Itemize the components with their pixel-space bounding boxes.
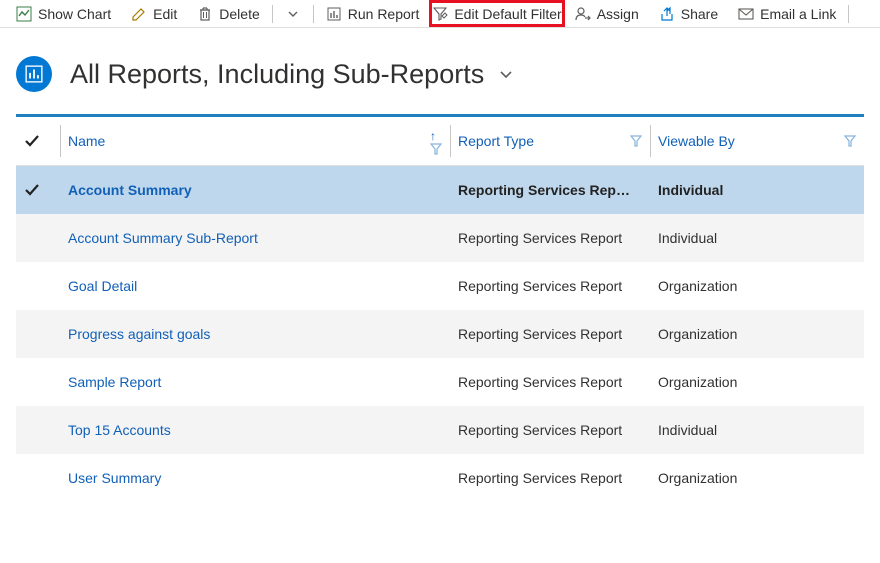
row-select-cell[interactable] xyxy=(16,310,60,358)
edit-default-filter-button[interactable]: Edit Default Filter xyxy=(429,0,564,27)
table-row[interactable]: Account Summary Reporting Services Rep…In… xyxy=(16,166,864,215)
trash-icon xyxy=(197,6,213,22)
email-a-link-button[interactable]: Email a Link xyxy=(728,0,846,27)
show-chart-button[interactable]: Show Chart xyxy=(6,0,121,27)
pencil-icon xyxy=(131,6,147,22)
record-link[interactable]: Account Summary Sub-Report xyxy=(68,230,258,246)
name-cell: Account Summary Sub-Report xyxy=(60,214,450,262)
view-title: All Reports, Including Sub-Reports xyxy=(70,59,484,90)
record-link[interactable]: Account Summary xyxy=(68,182,192,198)
edit-label: Edit xyxy=(153,6,177,22)
funnel-edit-icon xyxy=(432,6,448,22)
sort-ascending-icon: ↑ xyxy=(430,129,436,143)
delete-button[interactable]: Delete xyxy=(187,0,269,27)
delete-label: Delete xyxy=(219,6,259,22)
checkmark-icon xyxy=(24,182,40,198)
envelope-icon xyxy=(738,6,754,22)
chevron-down-icon xyxy=(285,6,301,22)
name-cell: Goal Detail xyxy=(60,262,450,310)
reports-entity-icon xyxy=(16,56,52,92)
edit-default-filter-label: Edit Default Filter xyxy=(454,6,561,22)
toolbar-separator xyxy=(848,5,849,23)
assign-button[interactable]: Assign xyxy=(565,0,649,27)
filter-icon[interactable] xyxy=(430,143,442,155)
report-type-cell: Reporting Services Report xyxy=(450,262,650,310)
table-row[interactable]: Goal Detail Reporting Services ReportOrga… xyxy=(16,262,864,310)
column-report-type-label: Report Type xyxy=(458,133,534,149)
row-select-cell[interactable] xyxy=(16,262,60,310)
record-link[interactable]: Sample Report xyxy=(68,374,161,390)
email-a-link-label: Email a Link xyxy=(760,6,836,22)
show-chart-label: Show Chart xyxy=(38,6,111,22)
column-header-name[interactable]: Name ↑ xyxy=(60,117,450,166)
column-header-row: Name ↑ Report Type xyxy=(16,117,864,166)
filter-icon[interactable] xyxy=(630,135,642,147)
report-type-cell: Reporting Services Rep… xyxy=(450,166,650,215)
report-type-cell: Reporting Services Report xyxy=(450,454,650,502)
person-arrow-icon xyxy=(575,6,591,22)
column-viewable-by-label: Viewable By xyxy=(658,133,735,149)
name-cell: Top 15 Accounts xyxy=(60,406,450,454)
viewable-by-cell: Organization xyxy=(650,262,864,310)
chevron-down-icon xyxy=(498,66,514,82)
viewable-by-cell: Individual xyxy=(650,406,864,454)
record-link[interactable]: Goal Detail xyxy=(68,278,137,294)
row-select-cell[interactable] xyxy=(16,358,60,406)
table-row[interactable]: User Summary Reporting Services ReportOrg… xyxy=(16,454,864,502)
table-row[interactable]: Account Summary Sub-Report Reporting Serv… xyxy=(16,214,864,262)
record-link[interactable]: Top 15 Accounts xyxy=(68,422,171,438)
share-icon xyxy=(659,6,675,22)
row-select-cell[interactable] xyxy=(16,166,60,215)
run-report-label: Run Report xyxy=(348,6,420,22)
filter-icon[interactable] xyxy=(844,135,856,147)
command-bar: Show Chart Edit Delete Run Report Edit D… xyxy=(0,0,880,28)
report-type-cell: Reporting Services Report xyxy=(450,358,650,406)
view-selector[interactable]: All Reports, Including Sub-Reports xyxy=(70,59,514,90)
edit-button[interactable]: Edit xyxy=(121,0,187,27)
share-label: Share xyxy=(681,6,718,22)
name-cell: Account Summary xyxy=(60,166,450,215)
reports-grid: Name ↑ Report Type xyxy=(16,114,864,502)
report-type-cell: Reporting Services Report xyxy=(450,214,650,262)
row-select-cell[interactable] xyxy=(16,214,60,262)
column-name-label: Name xyxy=(68,133,105,149)
report-type-cell: Reporting Services Report xyxy=(450,406,650,454)
chart-icon xyxy=(16,6,32,22)
column-header-viewable-by[interactable]: Viewable By xyxy=(650,117,864,166)
name-cell: User Summary xyxy=(60,454,450,502)
table-row[interactable]: Sample Report Reporting Services ReportOr… xyxy=(16,358,864,406)
select-all-column[interactable] xyxy=(16,117,60,166)
table-row[interactable]: Top 15 Accounts Reporting Services Report… xyxy=(16,406,864,454)
row-select-cell[interactable] xyxy=(16,406,60,454)
report-icon xyxy=(326,6,342,22)
viewable-by-cell: Organization xyxy=(650,454,864,502)
viewable-by-cell: Individual xyxy=(650,166,864,215)
name-cell: Sample Report xyxy=(60,358,450,406)
name-cell: Progress against goals xyxy=(60,310,450,358)
viewable-by-cell: Organization xyxy=(650,310,864,358)
viewable-by-cell: Individual xyxy=(650,214,864,262)
viewable-by-cell: Organization xyxy=(650,358,864,406)
column-header-report-type[interactable]: Report Type xyxy=(450,117,650,166)
record-link[interactable]: Progress against goals xyxy=(68,326,210,342)
table-row[interactable]: Progress against goals Reporting Services… xyxy=(16,310,864,358)
checkmark-icon xyxy=(24,133,40,149)
assign-label: Assign xyxy=(597,6,639,22)
record-link[interactable]: User Summary xyxy=(68,470,161,486)
share-button[interactable]: Share xyxy=(649,0,728,27)
toolbar-separator xyxy=(313,5,314,23)
report-type-cell: Reporting Services Report xyxy=(450,310,650,358)
row-select-cell[interactable] xyxy=(16,454,60,502)
view-header: All Reports, Including Sub-Reports xyxy=(0,28,880,114)
toolbar-separator xyxy=(272,5,273,23)
overflow-menu-button[interactable] xyxy=(275,0,311,27)
run-report-button[interactable]: Run Report xyxy=(316,0,430,27)
